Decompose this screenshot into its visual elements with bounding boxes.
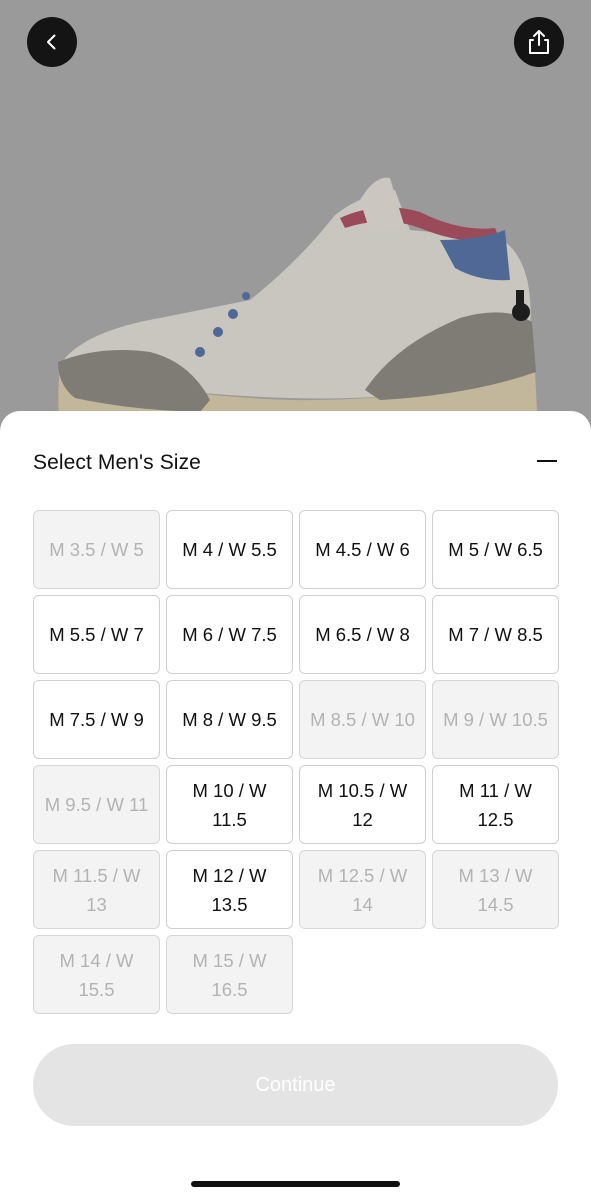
collapse-button[interactable] xyxy=(530,449,564,473)
minus-icon xyxy=(537,460,557,462)
size-option[interactable]: M 7.5 / W 9 xyxy=(33,680,160,759)
size-option: M 12.5 / W 14 xyxy=(299,850,426,929)
share-icon xyxy=(529,30,549,54)
size-option: M 8.5 / W 10 xyxy=(299,680,426,759)
size-grid: M 3.5 / W 5M 4 / W 5.5 M 4.5 / W 6M 5 / W… xyxy=(33,510,559,1014)
size-option[interactable]: M 7 / W 8.5 xyxy=(432,595,559,674)
size-option: M 11.5 / W 13 xyxy=(33,850,160,929)
size-option: M 15 / W 16.5 xyxy=(166,935,293,1014)
sneaker-image xyxy=(58,177,537,440)
size-option[interactable]: M 10.5 / W 12 xyxy=(299,765,426,844)
size-option: M 9.5 / W 11 xyxy=(33,765,160,844)
size-option[interactable]: M 4.5 / W 6 xyxy=(299,510,426,589)
size-option[interactable]: M 5.5 / W 7 xyxy=(33,595,160,674)
size-option[interactable]: M 5 / W 6.5 xyxy=(432,510,559,589)
size-option[interactable]: M 11 / W 12.5 xyxy=(432,765,559,844)
size-option: M 3.5 / W 5 xyxy=(33,510,160,589)
size-option[interactable]: M 4 / W 5.5 xyxy=(166,510,293,589)
size-option[interactable]: M 6 / W 7.5 xyxy=(166,595,293,674)
product-image xyxy=(0,0,591,440)
size-selector-sheet: Select Men's Size M 3.5 / W 5M 4 / W 5.5… xyxy=(0,411,591,1200)
size-option[interactable]: M 6.5 / W 8 xyxy=(299,595,426,674)
size-option: M 9 / W 10.5 xyxy=(432,680,559,759)
size-option: M 14 / W 15.5 xyxy=(33,935,160,1014)
size-option: M 13 / W 14.5 xyxy=(432,850,559,929)
chevron-left-icon xyxy=(47,34,56,50)
share-button[interactable] xyxy=(514,17,564,67)
back-button[interactable] xyxy=(27,17,77,67)
size-option[interactable]: M 8 / W 9.5 xyxy=(166,680,293,759)
continue-button[interactable]: Continue xyxy=(33,1044,558,1126)
size-option[interactable]: M 10 / W 11.5 xyxy=(166,765,293,844)
sheet-title: Select Men's Size xyxy=(33,451,201,474)
size-option[interactable]: M 12 / W 13.5 xyxy=(166,850,293,929)
home-indicator xyxy=(191,1181,400,1187)
